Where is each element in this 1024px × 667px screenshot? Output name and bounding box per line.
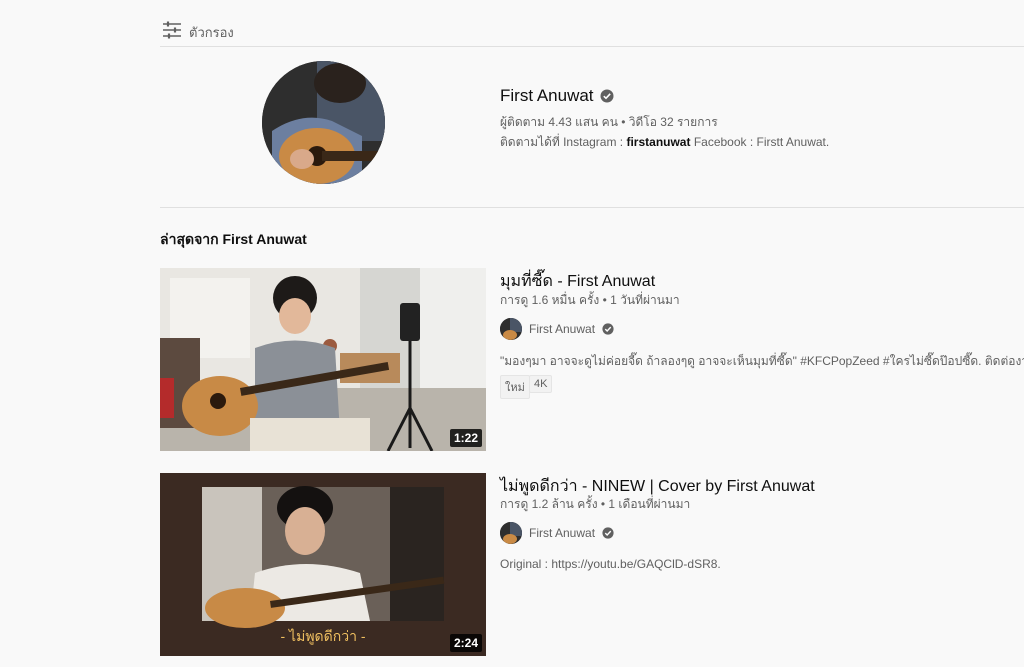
verified-icon <box>602 527 614 539</box>
channel-description: ติดตามได้ที่ Instagram : firstanuwat Fac… <box>500 133 829 152</box>
thumbnail-caption: - ไม่พูดดีกว่า - <box>280 628 366 644</box>
channel-avatar-image <box>262 61 385 184</box>
video-description: "มองๆมา อาจจะดูไม่ค่อยจี๊ด ถ้าลองๆดู อาจ… <box>500 354 1024 368</box>
channel-stats: ผู้ติดตาม 4.43 แสน คน • วิดีโอ 32 รายการ <box>500 115 718 129</box>
video-duration: 1:22 <box>449 429 482 447</box>
filter-label: ตัวกรอง <box>189 25 234 40</box>
filter-button[interactable]: ตัวกรอง <box>160 18 1024 46</box>
video-channel-name[interactable]: First Anuwat <box>529 526 595 540</box>
filter-sliders-icon <box>163 21 181 39</box>
badge-4k: 4K <box>529 375 553 393</box>
video-metadata: การดู 1.2 ล้าน ครั้ง • 1 เดือนที่ผ่านมา <box>500 497 691 511</box>
divider <box>160 46 1024 47</box>
channel-desc-handle: firstanuwat <box>626 135 691 149</box>
video-thumbnail[interactable]: - ไม่พูดดีกว่า - 2:24 <box>160 473 486 656</box>
video-description: Original : https://youtu.be/GAQClD-dSR8. <box>500 557 721 571</box>
divider <box>160 207 1024 208</box>
badge-new: ใหม่ <box>500 375 530 399</box>
channel-name[interactable]: First Anuwat <box>500 86 594 106</box>
video-channel-name[interactable]: First Anuwat <box>529 322 595 336</box>
channel-name-row[interactable]: First Anuwat <box>500 86 614 106</box>
video-thumbnail[interactable]: 1:22 <box>160 268 486 451</box>
video-channel[interactable]: First Anuwat <box>500 522 614 544</box>
channel-avatar[interactable] <box>262 61 385 184</box>
channel-avatar-small[interactable] <box>500 522 522 544</box>
verified-icon <box>602 323 614 335</box>
verified-icon <box>600 89 614 103</box>
channel-avatar-small[interactable] <box>500 318 522 340</box>
section-title: ล่าสุดจาก First Anuwat <box>160 231 307 247</box>
channel-desc-prefix: ติดตามได้ที่ Instagram : <box>500 135 627 149</box>
video-duration: 2:24 <box>449 634 482 652</box>
video-thumbnail-image <box>160 268 486 451</box>
channel-desc-suffix: Facebook : Firstt Anuwat. <box>690 135 830 149</box>
video-metadata: การดู 1.6 หมื่น ครั้ง • 1 วันที่ผ่านมา <box>500 293 680 307</box>
video-channel[interactable]: First Anuwat <box>500 318 614 340</box>
